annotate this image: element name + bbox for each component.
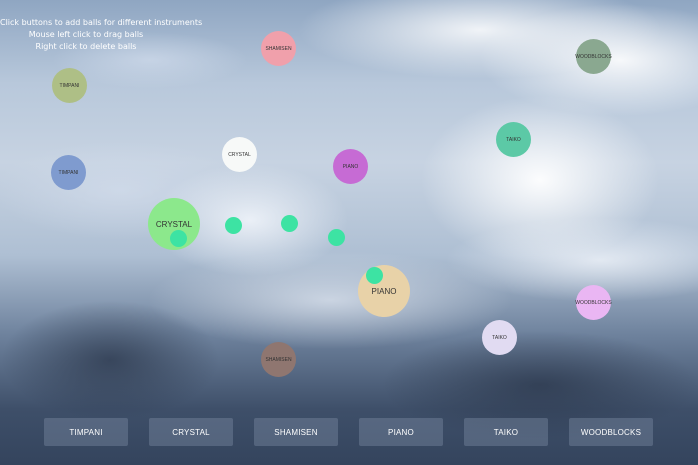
add-shamisen-button[interactable]: SHAMISEN (254, 418, 338, 446)
add-timpani-button[interactable]: TIMPANI (44, 418, 128, 446)
ball-timpani[interactable]: TIMPANI (52, 68, 87, 103)
ball-taiko[interactable]: TAIKO (482, 320, 517, 355)
note-dot (281, 215, 298, 232)
ball-piano[interactable]: PIANO (333, 149, 368, 184)
instruction-drag: Mouse left click to drag balls (28, 30, 144, 39)
instruction-delete: Right click to delete balls (35, 42, 137, 51)
ball-timpani[interactable]: TIMPANI (51, 155, 86, 190)
note-dot (328, 229, 345, 246)
add-taiko-button[interactable]: TAIKO (464, 418, 548, 446)
dark-cloud (0, 300, 220, 420)
add-woodblocks-button[interactable]: WOODBLOCKS (569, 418, 653, 446)
ball-shamisen[interactable]: SHAMISEN (261, 31, 296, 66)
ball-woodblocks[interactable]: WOODBLOCKS (575, 39, 612, 74)
ball-shamisen[interactable]: SHAMISEN (261, 342, 296, 377)
note-dot (170, 230, 187, 247)
note-dot (225, 217, 242, 234)
instrument-toolbar: TIMPANI CRYSTAL SHAMISEN PIANO TAIKO WOO… (0, 418, 698, 448)
ball-crystal[interactable]: CRYSTAL (222, 137, 257, 172)
instructions: Click buttons to add balls for different… (0, 17, 203, 53)
add-crystal-button[interactable]: CRYSTAL (149, 418, 233, 446)
add-piano-button[interactable]: PIANO (359, 418, 443, 446)
instruction-add: Click buttons to add balls for different… (0, 18, 203, 27)
ball-woodblocks[interactable]: WOODBLOCKS (575, 285, 612, 320)
note-dot (366, 267, 383, 284)
ball-taiko[interactable]: TAIKO (496, 122, 531, 157)
